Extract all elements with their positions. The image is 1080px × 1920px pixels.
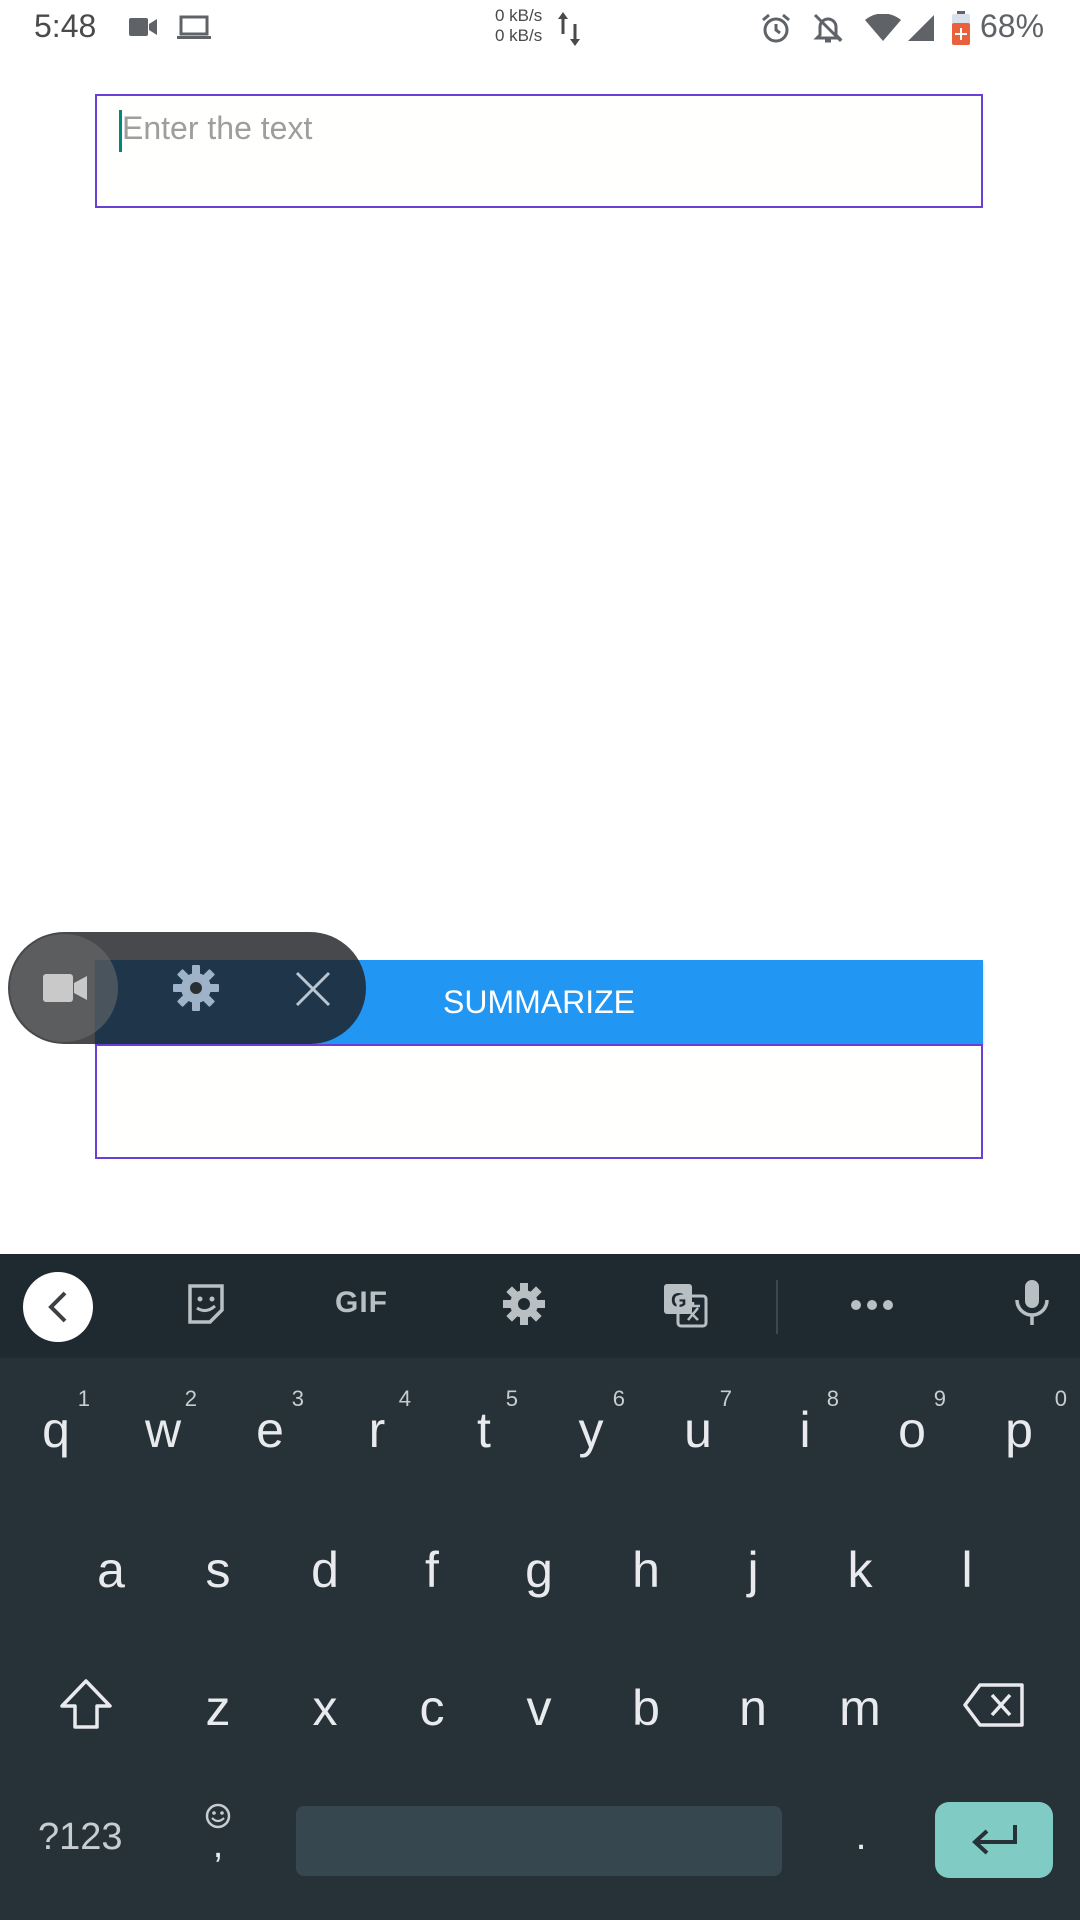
status-time: 5:48 (34, 8, 97, 44)
laptop-icon (177, 15, 211, 39)
toolbar-divider (776, 1280, 778, 1334)
net-down-text: 0 kB/s (495, 26, 543, 45)
sticker-icon[interactable] (184, 1282, 228, 1326)
key-q[interactable]: q1 (26, 1386, 90, 1460)
key-c[interactable]: c (402, 1678, 462, 1738)
key-l[interactable]: l (937, 1540, 997, 1600)
video-camera-icon (129, 18, 157, 36)
keyboard-settings-icon[interactable] (502, 1282, 546, 1326)
keyboard-toolbar: GIF G (0, 1254, 1080, 1358)
backspace-icon[interactable] (962, 1682, 1026, 1728)
key-u[interactable]: u7 (668, 1386, 732, 1460)
key-m[interactable]: m (830, 1678, 890, 1738)
net-up-text: 0 kB/s (495, 6, 543, 25)
network-speed: 0 kB/s 0 kB/s (495, 6, 542, 46)
key-g[interactable]: g (509, 1540, 569, 1600)
keyboard-collapse-button[interactable] (23, 1272, 93, 1342)
key-n[interactable]: n (723, 1678, 783, 1738)
microphone-icon[interactable] (1013, 1278, 1051, 1328)
text-input[interactable]: Enter the text (95, 94, 983, 208)
shift-icon[interactable] (58, 1678, 114, 1730)
key-s[interactable]: s (188, 1540, 248, 1600)
key-h[interactable]: h (616, 1540, 676, 1600)
key-y[interactable]: y6 (561, 1386, 626, 1460)
battery-icon (952, 11, 970, 45)
data-arrows-icon (558, 12, 580, 46)
period-key[interactable]: . (836, 1814, 886, 1859)
key-p[interactable]: p0 (989, 1386, 1067, 1460)
record-button[interactable] (10, 934, 118, 1042)
key-z[interactable]: z (188, 1678, 248, 1738)
key-e[interactable]: e3 (240, 1386, 304, 1460)
key-k[interactable]: k (830, 1540, 890, 1600)
bell-off-icon (813, 13, 843, 43)
close-icon[interactable] (294, 970, 332, 1008)
video-camera-icon (43, 974, 87, 1002)
comma-emoji-key[interactable]: , (196, 1802, 240, 1864)
key-j[interactable]: j (723, 1540, 783, 1600)
key-a[interactable]: a (81, 1540, 141, 1600)
key-i[interactable]: i8 (775, 1386, 839, 1460)
key-x[interactable]: x (295, 1678, 355, 1738)
settings-gear-icon[interactable] (172, 964, 220, 1012)
enter-key[interactable] (935, 1802, 1053, 1878)
keyboard: GIF G q1 w2 e3 r4 t5 y6 u7 i 8 o 9 p 0 a… (0, 1254, 1080, 1920)
gif-button[interactable]: GIF (335, 1286, 388, 1320)
key-r[interactable]: r4 (347, 1386, 411, 1460)
screen-recorder-widget[interactable] (8, 932, 366, 1044)
input-placeholder: Enter the text (122, 110, 313, 146)
summary-output-box (95, 1044, 983, 1159)
key-w[interactable]: w2 (133, 1386, 197, 1460)
symbols-key[interactable]: ?123 (38, 1816, 123, 1859)
translate-icon[interactable]: G (662, 1282, 708, 1328)
key-t[interactable]: t5 (454, 1386, 518, 1460)
more-options-icon[interactable] (850, 1298, 894, 1312)
signal-icon (908, 15, 934, 41)
space-key[interactable] (296, 1806, 782, 1876)
key-b[interactable]: b (616, 1678, 676, 1738)
status-bar: 5:48 0 kB/s 0 kB/s 68% (0, 0, 1080, 60)
key-v[interactable]: v (509, 1678, 569, 1738)
key-d[interactable]: d (295, 1540, 355, 1600)
wifi-icon (865, 14, 901, 41)
battery-percent: 68% (980, 8, 1045, 44)
key-o[interactable]: o9 (882, 1386, 946, 1460)
enter-arrow-icon (972, 1825, 1017, 1855)
key-f[interactable]: f (402, 1540, 462, 1600)
chevron-left-icon (48, 1291, 67, 1323)
alarm-icon (762, 13, 790, 43)
